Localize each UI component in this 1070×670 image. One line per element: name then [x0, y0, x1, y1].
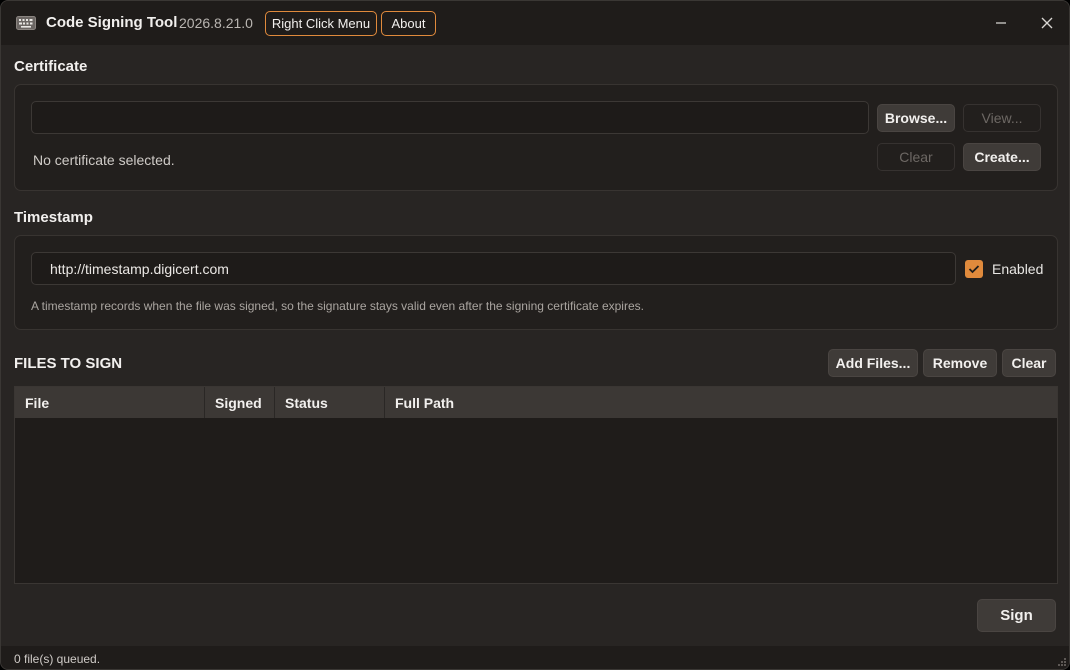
files-table[interactable]: File Signed Status Full Path: [14, 386, 1058, 584]
close-icon[interactable]: [1035, 13, 1059, 33]
files-table-header: File Signed Status Full Path: [15, 387, 1057, 418]
certificate-path-input[interactable]: [31, 101, 869, 134]
column-header-file[interactable]: File: [15, 387, 205, 418]
column-header-signed[interactable]: Signed: [205, 387, 275, 418]
timestamp-section-title: Timestamp: [14, 209, 93, 226]
app-title: Code Signing Tool: [46, 14, 178, 31]
keyboard-icon: [16, 16, 36, 30]
timestamp-enabled-checkbox[interactable]: [965, 260, 983, 278]
app-window: Code Signing Tool 2026.8.21.0 Right Clic…: [0, 0, 1070, 670]
resize-grip-icon[interactable]: [1055, 657, 1067, 669]
timestamp-enabled-label[interactable]: Enabled: [992, 261, 1043, 277]
files-section-title: FILES TO SIGN: [14, 355, 123, 372]
checkmark-icon: [968, 265, 980, 274]
add-files-button[interactable]: Add Files...: [828, 349, 918, 377]
timestamp-url-input[interactable]: http://timestamp.digicert.com: [31, 252, 956, 285]
remove-files-button[interactable]: Remove: [923, 349, 997, 377]
status-bar: 0 file(s) queued.: [1, 646, 1069, 669]
certificate-section-title: Certificate: [14, 58, 88, 75]
status-bar-text: 0 file(s) queued.: [14, 652, 101, 666]
create-certificate-button[interactable]: Create...: [963, 143, 1041, 171]
sign-button[interactable]: Sign: [977, 599, 1056, 632]
certificate-status-text: No certificate selected.: [33, 152, 175, 168]
view-button[interactable]: View...: [963, 104, 1041, 132]
timestamp-hint-text: A timestamp records when the file was si…: [31, 299, 644, 313]
right-click-menu-button[interactable]: Right Click Menu: [265, 11, 377, 36]
clear-files-button[interactable]: Clear: [1002, 349, 1056, 377]
title-bar: Code Signing Tool 2026.8.21.0 Right Clic…: [1, 1, 1069, 45]
app-version: 2026.8.21.0: [179, 15, 253, 31]
column-header-status[interactable]: Status: [275, 387, 385, 418]
column-header-full-path[interactable]: Full Path: [385, 387, 1057, 418]
minimize-icon[interactable]: [989, 13, 1013, 33]
about-button[interactable]: About: [381, 11, 436, 36]
certificate-clear-button[interactable]: Clear: [877, 143, 955, 171]
browse-button[interactable]: Browse...: [877, 104, 955, 132]
